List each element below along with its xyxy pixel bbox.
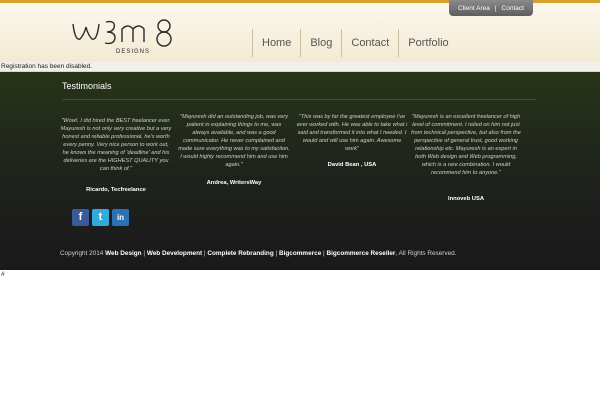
footer-copyright: Copyright 2014 Web Design | Web Developm…: [60, 250, 457, 257]
footer-copyright-prefix: Copyright 2014: [60, 250, 104, 257]
site-footer: Copyright 2014 Web Design | Web Developm…: [0, 240, 600, 270]
testimonials-section: Testimonials "Wow!, I did hired the BEST…: [0, 72, 600, 240]
testimonials-title: Testimonials: [62, 81, 112, 91]
nav-portfolio[interactable]: Portfolio: [398, 29, 457, 57]
footer-separator: |: [323, 250, 325, 257]
w3m8-designs-logo[interactable]: DESIGNS: [70, 15, 182, 55]
client-bar: Client Area | Contact: [449, 0, 533, 16]
testimonial-author-1: Ricardo, Tecfreelance: [86, 187, 146, 193]
testimonials-divider: [62, 99, 536, 100]
testimonial-quote-4: "Mayuresh is an excellent freelancer of …: [411, 114, 521, 176]
footer-separator: |: [275, 250, 278, 257]
testimonial-author-3: David Bean , USA: [327, 162, 377, 168]
nav-contact[interactable]: Contact: [341, 29, 398, 57]
footer-separator: |: [143, 250, 146, 257]
twitter-icon[interactable]: t: [92, 209, 109, 226]
footer-link-web-development[interactable]: Web Development: [147, 250, 202, 257]
nav-home[interactable]: Home: [252, 29, 300, 57]
client-area-link[interactable]: Client Area: [458, 5, 490, 12]
top-contact-link[interactable]: Contact: [502, 5, 524, 12]
client-bar-separator: |: [494, 4, 497, 12]
footer-copyright-suffix: , All Rights Reserved.: [395, 250, 457, 257]
logo-text: DESIGNS: [116, 49, 150, 55]
nav-blog[interactable]: Blog: [300, 29, 341, 57]
linkedin-icon[interactable]: in: [112, 209, 129, 226]
registration-notice: Registration has been disabled.: [0, 62, 600, 72]
social-links: f t in: [72, 209, 129, 226]
footer-link-bigcommerce[interactable]: Bigcommerce: [279, 250, 321, 257]
footer-link-bigcommerce-reseller[interactable]: Bigcommerce Reseller: [327, 250, 396, 257]
footer-separator: |: [203, 250, 206, 257]
testimonial-quote-1: "Wow!, I did hired the BEST freelancer e…: [60, 118, 172, 172]
testimonial-quote-3: "This was by far the greatest employee i…: [296, 114, 408, 152]
testimonial-quote-2: "Mayuresh did an outstanding job, was ve…: [178, 114, 290, 168]
footer-link-complete-rebranding[interactable]: Complete Rebranding: [207, 250, 273, 257]
testimonial-author-4: Innoveb USA: [447, 196, 485, 202]
testimonial-author-2: Andrea, WritersWay: [206, 180, 262, 186]
main-nav: Home Blog Contact Portfolio: [252, 29, 458, 57]
footer-link-web-design[interactable]: Web Design: [105, 250, 141, 257]
facebook-icon[interactable]: f: [72, 209, 89, 226]
stray-hash-text: #: [1, 271, 5, 278]
